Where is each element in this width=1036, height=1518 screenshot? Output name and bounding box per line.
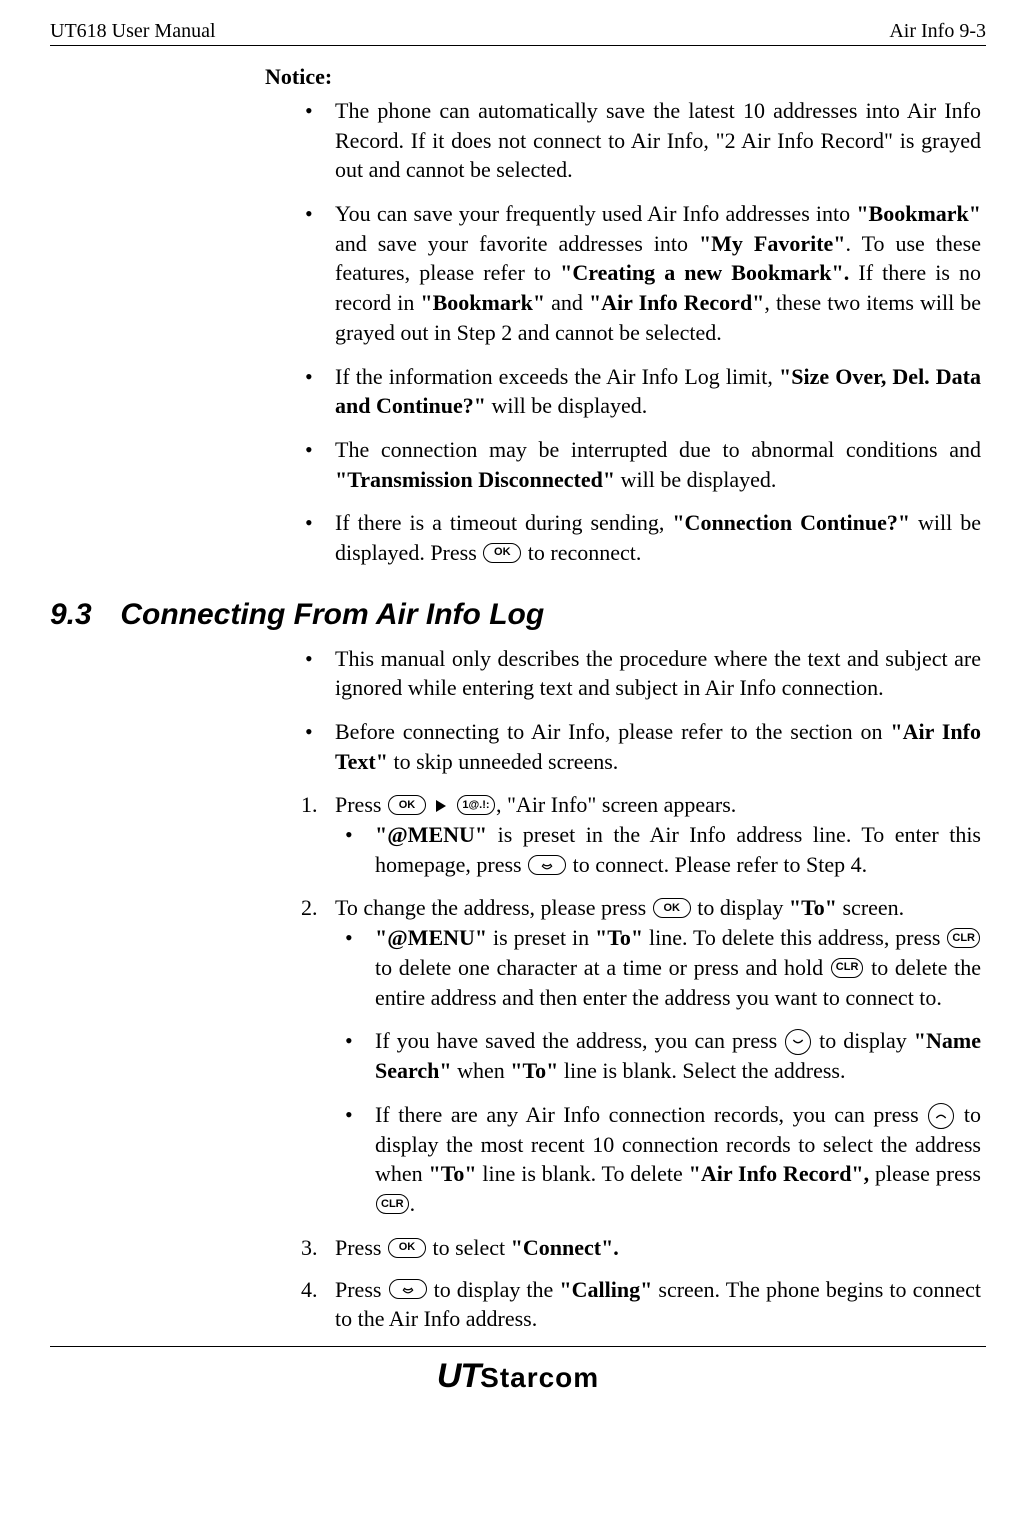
body-text: is preset in: [487, 925, 595, 950]
footer-logo: UTStarcom: [0, 1347, 1036, 1396]
body-text: to display: [812, 1028, 914, 1053]
intro-item: Before connecting to Air Info, please re…: [295, 717, 981, 776]
body-text: The connection may be interrupted due to…: [335, 437, 981, 462]
up-nav-button-icon: [928, 1103, 954, 1129]
key-1-button-icon: 1@.!:: [457, 795, 495, 815]
bold-term: "Calling": [559, 1277, 652, 1302]
sub-item: If you have saved the address, you can p…: [335, 1026, 981, 1086]
sub-item: "@MENU" is preset in the Air Info addres…: [335, 820, 981, 879]
section-number: 9.3: [50, 598, 112, 632]
body-text: and: [545, 290, 589, 315]
body-text: screen.: [837, 895, 904, 920]
body-text: The phone can automatically save the lat…: [335, 98, 981, 182]
sub-list: "@MENU" is preset in "To" line. To delet…: [335, 923, 981, 1219]
body-text: line. To delete this address, press: [643, 925, 946, 950]
notice-title: Notice:: [265, 64, 986, 90]
body-text: This manual only describes the procedure…: [335, 646, 981, 701]
bold-term: "Connection Continue?": [672, 510, 910, 535]
body-text: To change the address, please press: [335, 895, 652, 920]
step-item: Press OK 1@.!:, "Air Info" screen appear…: [295, 790, 981, 879]
bold-term: "Bookmark": [856, 201, 981, 226]
body-text: will be displayed.: [615, 467, 776, 492]
bold-term: "Bookmark": [420, 290, 545, 315]
notice-item: The phone can automatically save the lat…: [295, 96, 981, 185]
ok-button-icon: OK: [653, 898, 691, 918]
body-text: Before connecting to Air Info, please re…: [335, 719, 890, 744]
call-button-icon: [528, 855, 566, 875]
bold-term: "@MENU": [375, 925, 487, 950]
bold-term: "Air Info Record": [589, 290, 764, 315]
bold-term: "Transmission Disconnected": [335, 467, 615, 492]
body-text: to display the: [428, 1277, 560, 1302]
clr-button-icon: CLR: [947, 928, 980, 948]
ok-button-icon: OK: [483, 543, 521, 563]
section-title: Connecting From Air Info Log: [120, 598, 544, 631]
section-intro-list: This manual only describes the procedure…: [50, 644, 986, 777]
body-text: to connect. Please refer to Step 4.: [567, 852, 867, 877]
body-text: please press: [869, 1161, 981, 1186]
body-text: when: [452, 1058, 511, 1083]
notice-item: The connection may be interrupted due to…: [295, 435, 981, 494]
body-text: to skip unneeded screens.: [388, 749, 618, 774]
body-text: line is blank. To delete: [477, 1161, 689, 1186]
notice-list: The phone can automatically save the lat…: [50, 96, 986, 568]
bold-term: "@MENU": [375, 822, 487, 847]
body-text: If the information exceeds the Air Info …: [335, 364, 779, 389]
body-text: If there are any Air Info connection rec…: [375, 1102, 927, 1127]
sub-item: If there are any Air Info connection rec…: [335, 1100, 981, 1219]
body-text: If you have saved the address, you can p…: [375, 1028, 784, 1053]
ok-button-icon: OK: [388, 1238, 426, 1258]
step-item: Press OK to select "Connect".: [295, 1233, 981, 1263]
clr-button-icon: CLR: [376, 1194, 409, 1214]
page-header: UT618 User Manual Air Info 9-3: [50, 20, 986, 46]
body-text: Press: [335, 1277, 388, 1302]
down-nav-button-icon: [785, 1029, 811, 1055]
body-text: Press: [335, 1235, 387, 1260]
step-item: To change the address, please press OK t…: [295, 893, 981, 1218]
triangle-right-icon: [436, 800, 446, 812]
intro-item: This manual only describes the procedure…: [295, 644, 981, 703]
body-text: line is blank. Select the address.: [558, 1058, 845, 1083]
bold-term: "Connect".: [511, 1235, 619, 1260]
clr-button-icon: CLR: [831, 958, 864, 978]
call-button-icon: [389, 1279, 427, 1299]
step-item: Press to display the "Calling" screen. T…: [295, 1275, 981, 1334]
sub-list: "@MENU" is preset in the Air Info addres…: [335, 820, 981, 879]
notice-item: If there is a timeout during sending, "C…: [295, 508, 981, 567]
body-text: to display: [692, 895, 789, 920]
ok-button-icon: OK: [388, 795, 426, 815]
body-text: Press: [335, 792, 387, 817]
notice-item: You can save your frequently used Air In…: [295, 199, 981, 347]
body-text: , "Air Info" screen appears.: [496, 792, 736, 817]
bold-term: "To": [510, 1058, 558, 1083]
body-text: If there is a timeout during sending,: [335, 510, 672, 535]
body-text: to select: [427, 1235, 511, 1260]
logo-starcom: Starcom: [480, 1362, 599, 1393]
steps-list: Press OK 1@.!:, "Air Info" screen appear…: [50, 790, 986, 1334]
header-left: UT618 User Manual: [50, 20, 216, 43]
body-text: You can save your frequently used Air In…: [335, 201, 856, 226]
body-text: and save your favorite addresses into: [335, 231, 699, 256]
header-right: Air Info 9-3: [889, 20, 986, 43]
logo-ut: UT: [437, 1357, 480, 1395]
sub-item: "@MENU" is preset in "To" line. To delet…: [335, 923, 981, 1012]
body-text: will be displayed.: [486, 393, 647, 418]
notice-item: If the information exceeds the Air Info …: [295, 362, 981, 421]
bold-term: "Creating a new Bookmark".: [560, 260, 849, 285]
bold-term: "To": [428, 1161, 476, 1186]
bold-term: "To": [789, 895, 837, 920]
bold-term: "My Favorite": [699, 231, 846, 256]
section-heading: 9.3 Connecting From Air Info Log: [50, 598, 986, 632]
body-text: .: [410, 1191, 416, 1216]
body-text: to delete one character at a time or pre…: [375, 955, 830, 980]
bold-term: "Air Info Record",: [689, 1161, 870, 1186]
body-text: to reconnect.: [522, 540, 641, 565]
bold-term: "To": [595, 925, 643, 950]
